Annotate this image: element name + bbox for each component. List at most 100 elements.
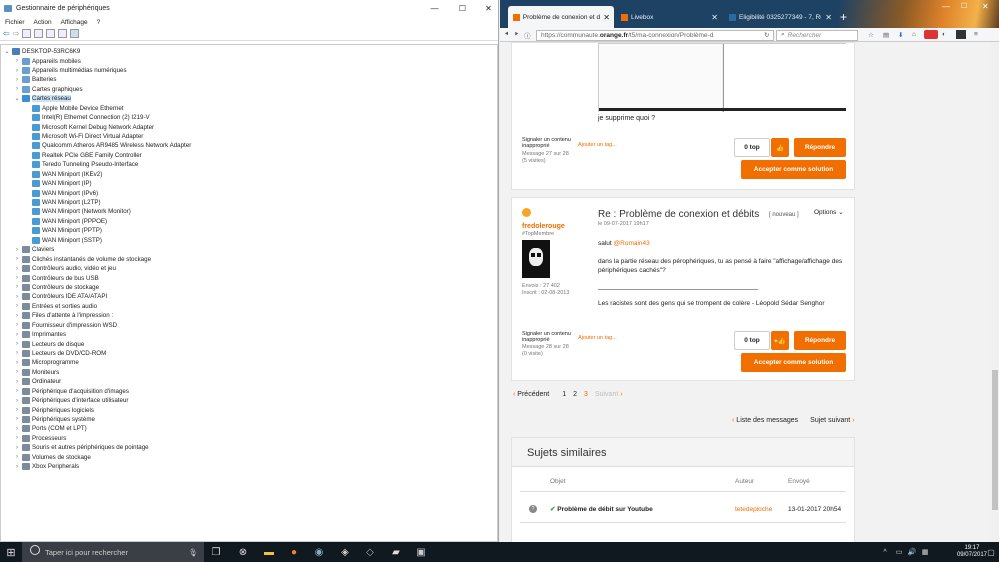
back-icon[interactable]: ⯇ — [504, 31, 509, 39]
tree-item[interactable]: › Batteries — [14, 75, 56, 84]
chevron-right-icon[interactable]: › — [14, 77, 20, 83]
app-icon[interactable]: ◈ — [338, 545, 352, 559]
clock[interactable]: 19:17 09/07/2017 — [957, 545, 987, 559]
app-icon[interactable]: ▰ — [389, 545, 403, 559]
similar-author[interactable]: tetedepioche — [735, 506, 772, 513]
update-driver-icon[interactable] — [58, 29, 68, 38]
maximize-icon[interactable]: ☐ — [961, 2, 967, 10]
device-manager-taskbar-icon[interactable]: ▣ — [414, 545, 428, 559]
tree-item[interactable]: › Entrées et sorties audio — [14, 302, 97, 311]
similar-row[interactable]: ✔ Problème de débit sur Youtube — [550, 505, 653, 513]
scrollbar-thumb[interactable] — [992, 370, 998, 510]
chevron-right-icon[interactable]: › — [14, 360, 20, 366]
tree-item[interactable]: › Fournisseur d'impression WSD — [14, 320, 117, 329]
info-icon[interactable]: ⓘ — [524, 30, 531, 40]
file-explorer-icon[interactable]: ▬ — [262, 545, 276, 559]
chevron-right-icon[interactable]: › — [14, 303, 20, 309]
xbox-icon[interactable]: ⊗ — [236, 545, 250, 559]
firefox-icon[interactable]: ● — [287, 545, 301, 559]
tree-item[interactable]: Apple Mobile Device Ethernet — [24, 104, 124, 113]
tree-item[interactable]: WAN Miniport (Network Monitor) — [24, 207, 131, 216]
chevron-right-icon[interactable]: › — [14, 435, 20, 441]
tree-item[interactable]: › Périphériques d'interface utilisateur — [14, 396, 128, 405]
menu-help[interactable]: ? — [97, 19, 101, 26]
tree-item[interactable]: › Contrôleurs de stockage — [14, 283, 99, 292]
tab-forum[interactable]: Problème de conexion et débits ✕ — [508, 6, 614, 28]
tab-eligibilite[interactable]: Eligibilité 0325277349 - 7, Ru ✕ — [724, 6, 836, 28]
microphone-icon[interactable]: 🎙 — [188, 548, 198, 557]
tree-item[interactable]: › Cartes graphiques — [14, 85, 83, 94]
language-icon[interactable]: ▦ — [918, 545, 932, 559]
menu-fichier[interactable]: Fichier — [5, 19, 25, 26]
new-tab-icon[interactable]: + — [838, 6, 852, 28]
tree-item[interactable]: › Xbox Peripherals — [14, 462, 79, 471]
adblock-icon[interactable] — [924, 30, 938, 39]
like-icon[interactable]: 👍 — [771, 138, 789, 157]
tree-item[interactable]: WAN Miniport (PPPOE) — [24, 217, 107, 226]
chevron-right-icon[interactable]: › — [14, 313, 20, 319]
tree-item[interactable]: WAN Miniport (L2TP) — [24, 198, 101, 207]
add-tag-link[interactable]: Ajouter un tag... — [578, 335, 617, 341]
tree-item[interactable]: WAN Miniport (SSTP) — [24, 236, 102, 245]
chevron-right-icon[interactable]: › — [14, 284, 20, 290]
tree-item[interactable]: › Microprogramme — [14, 358, 79, 367]
help-icon[interactable] — [46, 29, 56, 38]
minimize-icon[interactable]: — — [423, 0, 446, 17]
chevron-right-icon[interactable]: › — [14, 332, 20, 338]
chevron-right-icon[interactable]: › — [14, 464, 20, 470]
add-tag-link[interactable]: Ajouter un tag... — [578, 142, 617, 148]
extension-icon[interactable] — [956, 30, 966, 39]
steam-icon[interactable]: ◉ — [312, 545, 326, 559]
tree-item[interactable]: Intel(R) Ethernet Connection (2) I219-V — [24, 113, 150, 122]
close-tab-icon[interactable]: ✕ — [825, 13, 836, 22]
tree-item[interactable]: › Souris et autres périphériques de point… — [14, 443, 149, 452]
volume-icon[interactable]: 🔊 — [905, 545, 919, 559]
chevron-right-icon[interactable]: › — [14, 256, 20, 262]
tree-item[interactable]: › Contrôleurs audio, vidéo et jeu — [14, 264, 116, 273]
action-center-icon[interactable]: ▢ — [984, 545, 998, 559]
library-icon[interactable]: ▤ — [883, 31, 889, 39]
chevron-right-icon[interactable]: › — [14, 322, 20, 328]
extension-icon[interactable]: ◐ — [942, 31, 946, 38]
task-view-icon[interactable]: ❐ — [209, 545, 223, 559]
chevron-right-icon[interactable]: › — [14, 58, 20, 64]
tree-item[interactable]: › Contrôleurs IDE ATA/ATAPI — [14, 292, 107, 301]
chevron-right-icon[interactable]: › — [14, 398, 20, 404]
back-arrow-icon[interactable]: ⇦ — [3, 29, 10, 38]
menu-action[interactable]: Action — [34, 19, 52, 26]
options-menu[interactable]: Options ⌄ — [814, 208, 844, 216]
page-link[interactable]: 2 — [573, 391, 577, 398]
chevron-right-icon[interactable]: › — [14, 294, 20, 300]
chevron-right-icon[interactable]: › — [14, 379, 20, 385]
view-icon[interactable] — [34, 29, 44, 38]
accept-solution-button[interactable]: Accepter comme solution — [741, 353, 846, 372]
menu-icon[interactable]: ≡ — [974, 31, 978, 38]
chevron-right-icon[interactable]: › — [14, 275, 20, 281]
tree-item[interactable]: Qualcomm Atheros AR9485 Wireless Network… — [24, 141, 191, 150]
close-tab-icon[interactable]: ✕ — [603, 13, 614, 22]
prev-page-link[interactable]: ‹ Précédent — [513, 391, 549, 398]
maximize-icon[interactable]: ☐ — [451, 0, 474, 17]
properties-icon[interactable] — [22, 29, 32, 38]
tree-item[interactable]: › Ports (COM et LPT) — [14, 424, 87, 433]
reply-button[interactable]: Répondre — [794, 331, 846, 350]
url-bar[interactable]: https://communaute. orange.fr/t5/ma-conne… — [536, 29, 774, 41]
message-list-link[interactable]: ‹ Liste des messages — [732, 417, 798, 424]
chevron-right-icon[interactable]: › — [14, 407, 20, 413]
tree-item[interactable]: Teredo Tunneling Pseudo-Interface — [24, 160, 138, 169]
tree-item[interactable]: › Moniteurs — [14, 368, 59, 377]
tree-item[interactable]: › Périphérique d'acquisition d'images — [14, 386, 129, 395]
author-name[interactable]: fredolerouge — [522, 223, 565, 230]
close-icon[interactable]: ✕ — [477, 0, 500, 17]
chevron-right-icon[interactable]: › — [14, 369, 20, 375]
tree-item[interactable]: › Imprimantes — [14, 330, 66, 339]
tree-item[interactable]: › Files d'attente à l'impression : — [14, 311, 113, 320]
screenshot-image[interactable] — [598, 43, 846, 112]
chevron-right-icon[interactable]: › — [14, 247, 20, 253]
tree-item[interactable]: Realtek PCIe GBE Family Controller — [24, 151, 142, 160]
accept-solution-button[interactable]: Accepter comme solution — [741, 160, 846, 179]
menu-affichage[interactable]: Affichage — [61, 19, 88, 26]
tree-item[interactable]: › Volumes de stockage — [14, 452, 91, 461]
report-link[interactable]: Signaler un contenu inapproprié — [522, 137, 582, 149]
minimize-icon[interactable]: — — [942, 2, 950, 11]
